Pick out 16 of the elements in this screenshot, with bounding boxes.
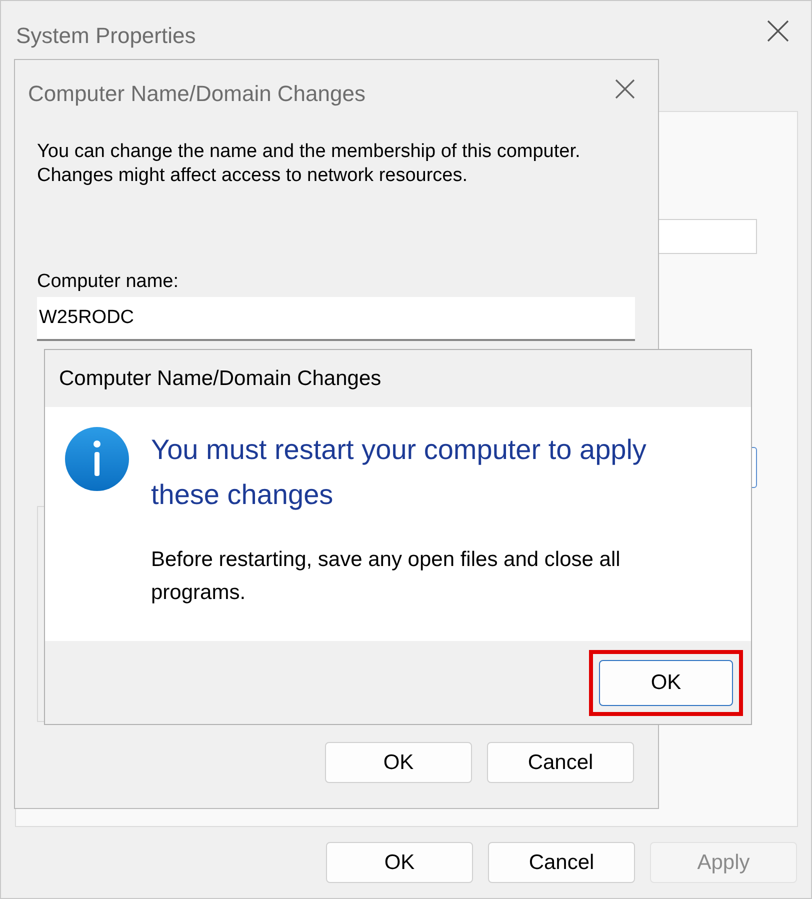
description-text: You can change the name and the membership of this computer. Changes might affect access to network resources.	[37, 140, 582, 188]
dialog-button[interactable]: OK	[326, 842, 473, 883]
message-text: Before restarting, save any open files and close all programs.	[151, 547, 622, 606]
close-icon[interactable]	[615, 79, 635, 99]
ok-button[interactable]: OK	[599, 660, 733, 706]
dialog-button[interactable]: OK	[325, 742, 472, 783]
dialog-button[interactable]: Cancel	[488, 842, 635, 883]
close-icon[interactable]	[767, 20, 789, 42]
window-title: Computer Name/Domain Changes	[59, 366, 382, 392]
window-title: Computer Name/Domain Changes	[28, 80, 366, 108]
computer-name-field[interactable]: W25RODC	[37, 297, 635, 341]
window-title: System Properties	[16, 22, 196, 50]
dialog-button[interactable]: Cancel	[487, 742, 634, 783]
field-label: Computer name:	[37, 270, 179, 294]
info-icon	[65, 427, 129, 491]
message-heading: You must restart your computer to apply these changes	[151, 433, 648, 512]
